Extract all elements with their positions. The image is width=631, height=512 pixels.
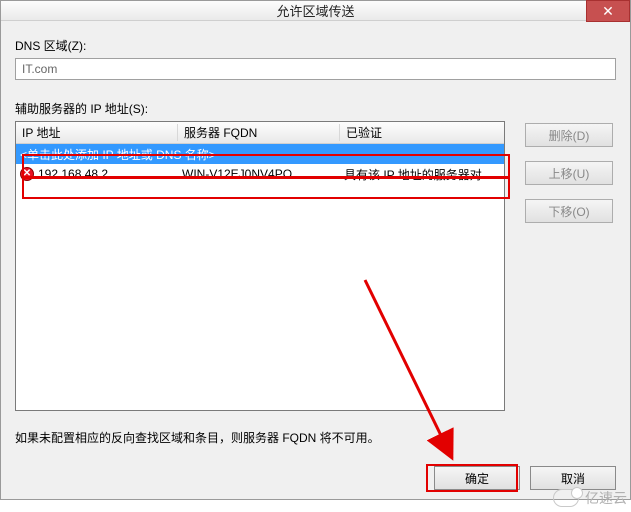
table-row[interactable]: ✕ 192.168.48.2 WIN-V12EJ0NV4PO 具有该 IP 地址… [16, 164, 504, 184]
col-header-validated[interactable]: 已验证 [340, 124, 504, 141]
add-ip-input-row[interactable]: <单击此处添加 IP 地址或 DNS 名称> [16, 144, 504, 164]
cloud-icon [553, 489, 579, 507]
move-down-button[interactable]: 下移(O) [525, 199, 613, 223]
watermark-text: 亿速云 [585, 488, 627, 508]
dialog-title: 允许区域传送 [276, 1, 354, 20]
dialog-footer: 确定 取消 [1, 456, 630, 504]
dns-zone-value: IT.com [22, 62, 57, 76]
error-icon: ✕ [20, 167, 34, 181]
dns-zone-value-box: IT.com [15, 58, 616, 80]
ok-button[interactable]: 确定 [434, 466, 520, 490]
close-button[interactable]: ✕ [586, 0, 630, 22]
dialog-allow-zone-transfer: 允许区域传送 ✕ DNS 区域(Z): IT.com 辅助服务器的 IP 地址(… [0, 0, 631, 500]
cancel-button[interactable]: 取消 [530, 466, 616, 490]
close-icon: ✕ [602, 4, 614, 18]
servers-label: 辅助服务器的 IP 地址(S): [15, 100, 616, 117]
move-up-button[interactable]: 上移(U) [525, 161, 613, 185]
cell-fqdn: WIN-V12EJ0NV4PO [178, 167, 340, 181]
delete-button[interactable]: 删除(D) [525, 123, 613, 147]
watermark: 亿速云 [553, 488, 627, 508]
servers-listbox[interactable]: IP 地址 服务器 FQDN 已验证 <单击此处添加 IP 地址或 DNS 名称… [15, 121, 505, 411]
cell-validated: 具有该 IP 地址的服务器对... [340, 166, 504, 183]
dialog-body: DNS 区域(Z): IT.com 辅助服务器的 IP 地址(S): IP 地址… [1, 21, 630, 456]
side-buttons: 删除(D) 上移(U) 下移(O) [525, 121, 613, 223]
titlebar: 允许区域传送 ✕ [1, 1, 630, 21]
add-ip-placeholder: <单击此处添加 IP 地址或 DNS 名称> [20, 146, 216, 163]
list-body: <单击此处添加 IP 地址或 DNS 名称> ✕ 192.168.48.2 WI… [16, 144, 504, 410]
col-header-ip[interactable]: IP 地址 [16, 124, 178, 141]
col-header-fqdn[interactable]: 服务器 FQDN [178, 124, 340, 141]
list-header: IP 地址 服务器 FQDN 已验证 [16, 122, 504, 144]
dns-zone-label: DNS 区域(Z): [15, 37, 616, 54]
cell-ip: 192.168.48.2 [38, 167, 108, 181]
fqdn-warning-note: 如果未配置相应的反向查找区域和条目，则服务器 FQDN 将不可用。 [15, 429, 616, 446]
